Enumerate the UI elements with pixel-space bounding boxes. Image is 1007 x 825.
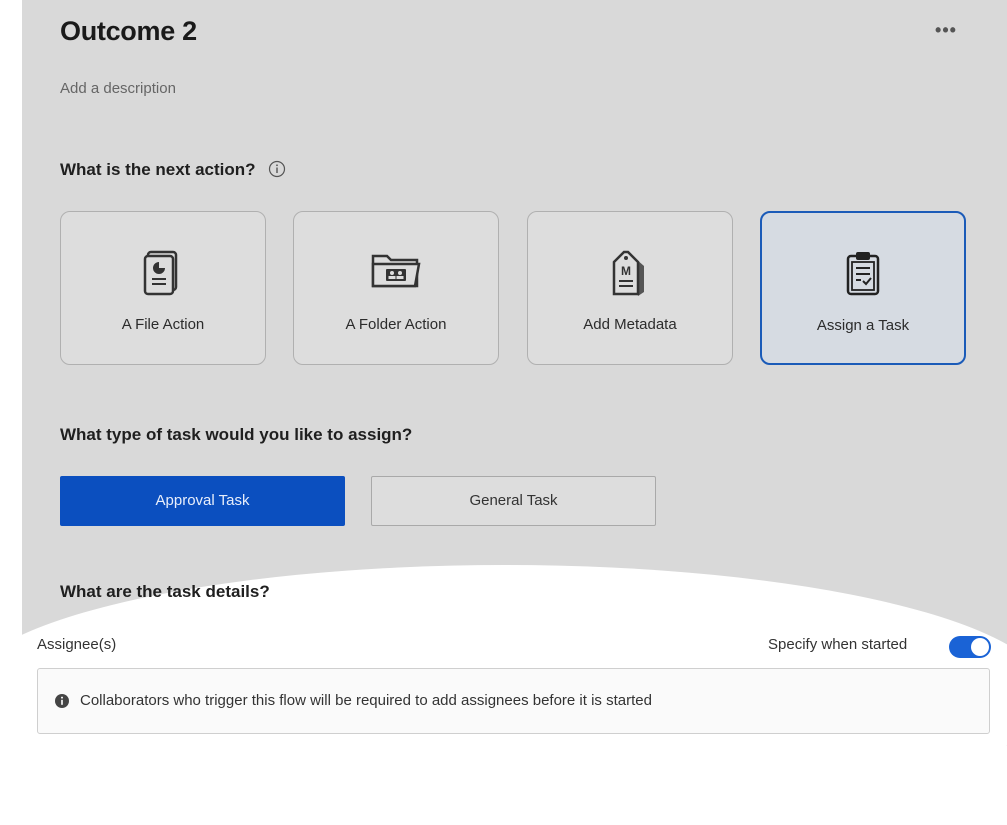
- assignee-info-box: Collaborators who trigger this flow will…: [37, 668, 990, 734]
- assignee-label: Assignee(s): [37, 636, 117, 653]
- description-field[interactable]: Add a description: [60, 80, 176, 97]
- folder-users-icon: [371, 254, 421, 288]
- svg-text:M: M: [621, 264, 631, 278]
- next-action-question: What is the next action?: [60, 160, 286, 183]
- card-label: Add Metadata: [583, 316, 677, 333]
- assignee-info-message: Collaborators who trigger this flow will…: [80, 692, 652, 709]
- outcome-title[interactable]: Outcome 2: [60, 16, 197, 47]
- card-file-action[interactable]: A File Action: [60, 211, 266, 365]
- card-label: Assign a Task: [816, 317, 910, 334]
- card-folder-action[interactable]: A Folder Action: [293, 211, 499, 365]
- toggle-knob: [971, 638, 989, 656]
- metadata-tag-icon: M: [612, 250, 644, 296]
- task-details-question: What are the task details?: [60, 582, 270, 601]
- card-assign-task[interactable]: Assign a Task: [760, 211, 966, 365]
- specify-when-started-label: Specify when started: [768, 636, 908, 653]
- info-filled-icon: [55, 694, 69, 708]
- clipboard-task-icon: [846, 252, 880, 296]
- specify-when-started-toggle[interactable]: [949, 636, 991, 658]
- approval-task-button[interactable]: Approval Task: [60, 476, 345, 526]
- next-action-label: What is the next action?: [60, 160, 256, 179]
- more-options-icon[interactable]: •••: [928, 20, 964, 44]
- card-label: A File Action: [121, 316, 205, 333]
- card-add-metadata[interactable]: M Add Metadata: [527, 211, 733, 365]
- info-circle-icon[interactable]: [268, 160, 286, 183]
- task-type-question: What type of task would you like to assi…: [60, 425, 413, 444]
- general-task-button[interactable]: General Task: [371, 476, 656, 526]
- card-label: A Folder Action: [345, 316, 447, 333]
- file-document-icon: [143, 250, 178, 296]
